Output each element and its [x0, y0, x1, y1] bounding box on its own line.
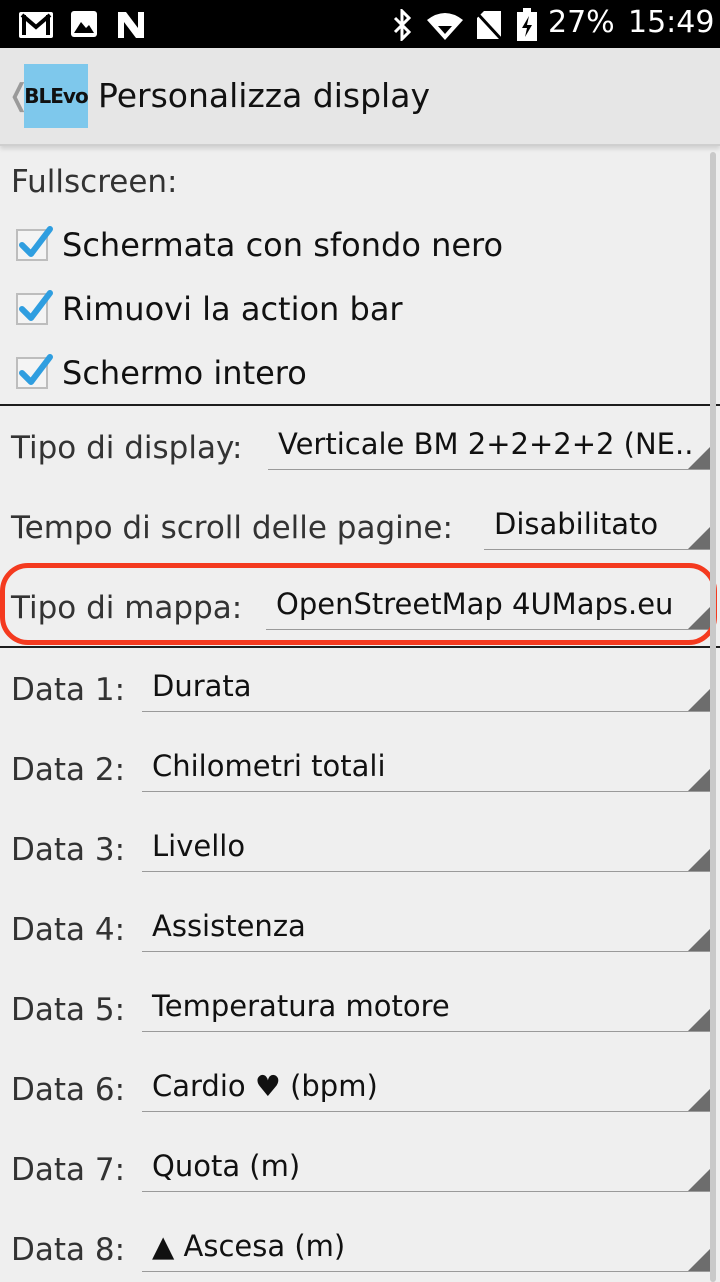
dropdown-value: Livello — [152, 828, 246, 863]
scroll-time-dropdown[interactable]: Disabilitato — [484, 498, 710, 550]
checkbox-label: Schermata con sfondo nero — [62, 226, 504, 264]
settings-content: Fullscreen: Schermata con sfondo nero Ri… — [0, 146, 720, 1282]
data-4-label: Data 4: — [11, 912, 126, 948]
dropdown-corner-icon — [688, 769, 710, 791]
checkmark-icon — [19, 354, 53, 385]
checkbox[interactable] — [16, 290, 53, 325]
checkmark-icon — [19, 290, 53, 321]
dropdown-value: Durata — [152, 668, 252, 703]
data-5-dropdown[interactable]: Temperatura motore — [142, 980, 710, 1032]
data-3-dropdown[interactable]: Livello — [142, 820, 710, 872]
no-sim-icon — [475, 10, 503, 44]
data-3-label: Data 3: — [11, 832, 126, 868]
checkbox[interactable] — [16, 354, 53, 389]
image-icon — [70, 10, 98, 42]
dropdown-corner-icon — [688, 527, 710, 549]
battery-icon — [516, 8, 538, 46]
dropdown-value: Quota (m) — [152, 1148, 301, 1183]
app-logo[interactable]: BLEvo — [24, 64, 89, 128]
data-2-label: Data 2: — [11, 752, 126, 788]
dropdown-corner-icon — [688, 447, 710, 469]
dropdown-corner-icon — [688, 1169, 710, 1191]
data-1-label: Data 1: — [11, 672, 126, 708]
clock: 15:49 — [628, 5, 715, 40]
action-bar: ❬ BLEvo Personalizza display — [0, 48, 720, 146]
dropdown-corner-icon — [688, 1009, 710, 1031]
data-7-label: Data 7: — [11, 1152, 126, 1188]
checkbox-label: Rimuovi la action bar — [62, 290, 403, 328]
data-4-dropdown[interactable]: Assistenza — [142, 900, 710, 952]
dropdown-value: Verticale BM 2+2+2+2 (NE.. — [278, 426, 694, 461]
dropdown-corner-icon — [688, 849, 710, 871]
display-type-label: Tipo di display: — [11, 430, 243, 466]
notification-n-icon — [116, 10, 146, 44]
dropdown-value: Disabilitato — [494, 506, 659, 541]
bluetooth-icon — [392, 7, 414, 45]
dropdown-corner-icon — [688, 689, 710, 711]
scrollbar[interactable] — [710, 152, 716, 1282]
checkmark-icon — [19, 226, 53, 257]
data-1-dropdown[interactable]: Durata — [142, 660, 710, 712]
data-5-label: Data 5: — [11, 992, 126, 1028]
data-2-dropdown[interactable]: Chilometri totali — [142, 740, 710, 792]
checkbox-row-fullscreen[interactable]: Schermo intero — [16, 348, 307, 398]
data-6-dropdown[interactable]: Cardio ♥ (bpm) — [142, 1060, 710, 1112]
checkbox[interactable] — [16, 226, 53, 261]
dropdown-corner-icon — [688, 929, 710, 951]
data-7-dropdown[interactable]: Quota (m) — [142, 1140, 710, 1192]
display-type-dropdown[interactable]: Verticale BM 2+2+2+2 (NE.. — [268, 418, 710, 470]
fullscreen-label: Fullscreen: — [11, 164, 178, 200]
page-title: Personalizza display — [98, 76, 430, 115]
dropdown-corner-icon — [688, 1089, 710, 1111]
wifi-icon — [426, 12, 464, 44]
dropdown-value: ▲ Ascesa (m) — [152, 1228, 346, 1263]
checkbox-row-black-background[interactable]: Schermata con sfondo nero — [16, 220, 503, 270]
battery-percent: 27% — [548, 5, 615, 40]
scroll-time-label: Tempo di scroll delle pagine: — [11, 510, 453, 546]
checkbox-label: Schermo intero — [62, 354, 307, 392]
dropdown-value: Cardio ♥ (bpm) — [152, 1068, 378, 1103]
data-8-label: Data 8: — [11, 1232, 126, 1268]
status-bar: 27% 15:49 — [0, 0, 720, 48]
section-divider — [0, 646, 720, 648]
data-8-dropdown[interactable]: ▲ Ascesa (m) — [142, 1220, 710, 1272]
highlight-outline — [0, 563, 717, 645]
dropdown-corner-icon — [688, 1249, 710, 1271]
gmail-icon — [18, 10, 54, 44]
dropdown-value: Assistenza — [152, 908, 306, 943]
dropdown-value: Chilometri totali — [152, 748, 386, 783]
data-6-label: Data 6: — [11, 1072, 126, 1108]
section-divider — [0, 404, 720, 406]
dropdown-value: Temperatura motore — [152, 988, 450, 1023]
checkbox-row-remove-action-bar[interactable]: Rimuovi la action bar — [16, 284, 403, 334]
